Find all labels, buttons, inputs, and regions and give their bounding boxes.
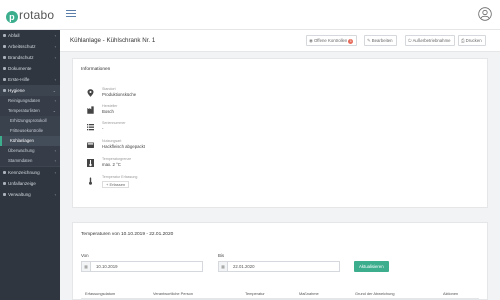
map-pin-icon — [87, 89, 94, 97]
capture-temperature-button[interactable]: + Erfassen — [102, 181, 130, 188]
info-panel: Informationen Standort Produktionsküche … — [72, 58, 488, 208]
eye-icon: ◉ — [309, 38, 313, 43]
chevron-left-icon: ‹ — [54, 98, 56, 103]
sidebar-item-verwaltung[interactable]: Verwaltung ‹ — [0, 189, 60, 200]
open-controls-button[interactable]: ◉Offene Kontrollen 1 — [306, 35, 358, 46]
sidebar-item-abfall[interactable]: Abfall ‹ — [0, 30, 60, 41]
info-value: Bosch — [102, 109, 114, 114]
to-date-input[interactable]: ▦ 22.01.2020 — [218, 261, 340, 272]
list-icon — [87, 124, 94, 131]
chevron-left-icon: ‹ — [54, 44, 56, 49]
column-header[interactable]: Temperatur — [245, 291, 265, 296]
info-label: Hersteller — [102, 104, 118, 108]
deactivate-button[interactable]: ⏻Außerbetriebnahme — [405, 35, 455, 46]
truck-icon — [87, 142, 94, 148]
to-label: Bis — [218, 253, 225, 258]
update-button[interactable]: Aktualisieren — [354, 261, 389, 272]
sidebar-item-kuehlanlagen[interactable]: Kühlanlagen — [0, 136, 60, 146]
thermometer-icon — [87, 159, 94, 167]
info-value: Hackfleisch abgepackt — [102, 144, 145, 149]
sidebar-item-brandschutz[interactable]: Brandschutz ‹ — [0, 52, 60, 63]
edit-button[interactable]: ✎Bearbeiten — [364, 35, 397, 46]
thermometer-small-icon — [89, 177, 92, 185]
report-icon — [3, 182, 6, 185]
info-label: Seriennummer — [102, 121, 126, 125]
from-date-input[interactable]: ▦ 10.10.2019 — [81, 261, 203, 272]
edit-icon: ✎ — [367, 38, 371, 43]
sidebar-item-reinigungsdaten[interactable]: Reinigungsdaten ‹ — [0, 96, 60, 106]
power-icon: ⏻ — [408, 38, 412, 43]
sidebar-item-erste-hilfe[interactable]: Erste-Hilfe ‹ — [0, 74, 60, 85]
column-header[interactable]: Verantwortliche Person — [153, 291, 193, 296]
menu-toggle-icon[interactable] — [66, 10, 76, 18]
sidebar-item-unfallanzeige[interactable]: Unfallanzeige — [0, 178, 60, 189]
chevron-down-icon: ⌄ — [52, 88, 56, 93]
wrench-icon — [3, 193, 6, 196]
sidebar-item-hygiene[interactable]: Hygiene ⌄ — [0, 85, 60, 96]
chevron-left-icon: ‹ — [54, 148, 56, 153]
open-controls-badge: 1 — [348, 39, 354, 44]
hygiene-icon — [3, 89, 6, 92]
chevron-left-icon: ‹ — [54, 33, 56, 38]
print-icon: ⎙ — [461, 38, 465, 43]
factory-icon — [87, 106, 94, 114]
trash-icon — [3, 34, 6, 37]
chevron-down-icon: ⌄ — [52, 108, 56, 113]
sidebar-item-erhitzungsprotokoll[interactable]: Erhitzungsprotokoll — [0, 116, 60, 126]
sidebar-item-ueberwachung[interactable]: Überwachung ‹ — [0, 146, 60, 156]
info-value: Produktionsküche — [102, 92, 137, 97]
info-value: max. 2 °C — [102, 162, 121, 167]
column-header[interactable]: Grund der Abweichung — [355, 291, 395, 296]
column-header[interactable]: Maßnahme — [299, 291, 319, 296]
chevron-left-icon: ‹ — [54, 170, 56, 175]
sidebar-item-dokumente[interactable]: Dokumente — [0, 63, 60, 74]
calendar-icon: ▦ — [82, 262, 91, 271]
print-button[interactable]: ⎙Drucken — [458, 35, 486, 46]
page-title: Kühlanlage - Kühlschrank Nr. 1 — [70, 37, 156, 44]
chevron-left-icon: ‹ — [54, 192, 56, 197]
chevron-left-icon: ‹ — [54, 55, 56, 60]
logo-mark: p — [6, 11, 18, 23]
shield-icon — [3, 45, 6, 48]
to-date-value: 22.01.2020 — [233, 264, 255, 269]
sidebar-item-stammdaten[interactable]: Stammdaten ‹ — [0, 156, 60, 166]
info-heading: Informationen — [81, 67, 111, 72]
sidebar-item-kennzeichnung[interactable]: Kennzeichnung ‹ — [0, 167, 60, 178]
top-bar: p rotabo — [0, 0, 500, 30]
chevron-left-icon: ‹ — [54, 77, 56, 82]
temperatures-heading: Temperaturen von 10.10.2019 - 22.01.2020 — [81, 232, 174, 237]
info-label: Temperaturgrenze — [102, 157, 132, 161]
temperatures-panel: Temperaturen von 10.10.2019 - 22.01.2020… — [72, 222, 488, 300]
from-label: Von — [81, 253, 89, 258]
column-header[interactable]: Aktionen — [443, 291, 458, 296]
info-label: Temperatur Erfassung — [102, 175, 138, 179]
first-aid-icon — [3, 78, 6, 81]
fire-icon — [3, 56, 6, 59]
document-icon — [3, 67, 6, 70]
chevron-left-icon: ‹ — [54, 158, 56, 163]
calendar-icon: ▦ — [219, 262, 228, 271]
page-header: Kühlanlage - Kühlschrank Nr. 1 ◉Offene K… — [60, 30, 500, 52]
info-label: Standort — [102, 87, 116, 91]
logo[interactable]: p rotabo — [6, 8, 54, 23]
user-icon[interactable] — [478, 7, 492, 21]
info-label: Nutzungsart — [102, 139, 122, 143]
info-value: - — [102, 126, 104, 131]
table-header-divider — [81, 298, 479, 299]
tag-icon — [3, 171, 6, 174]
column-header[interactable]: Erfassungsdatum — [85, 291, 115, 296]
from-date-value: 10.10.2019 — [96, 264, 118, 269]
sidebar: Abfall ‹ Arbeitsschutz ‹ Brandschutz ‹ Doku… — [0, 30, 60, 300]
sidebar-item-temperaturlisten[interactable]: Temperaturlisten ⌄ — [0, 106, 60, 116]
sidebar-item-arbeitsschutz[interactable]: Arbeitsschutz ‹ — [0, 41, 60, 52]
sidebar-item-fritteusekontrolle[interactable]: Fritteusekontrolle — [0, 126, 60, 136]
logo-text: rotabo — [19, 8, 55, 22]
